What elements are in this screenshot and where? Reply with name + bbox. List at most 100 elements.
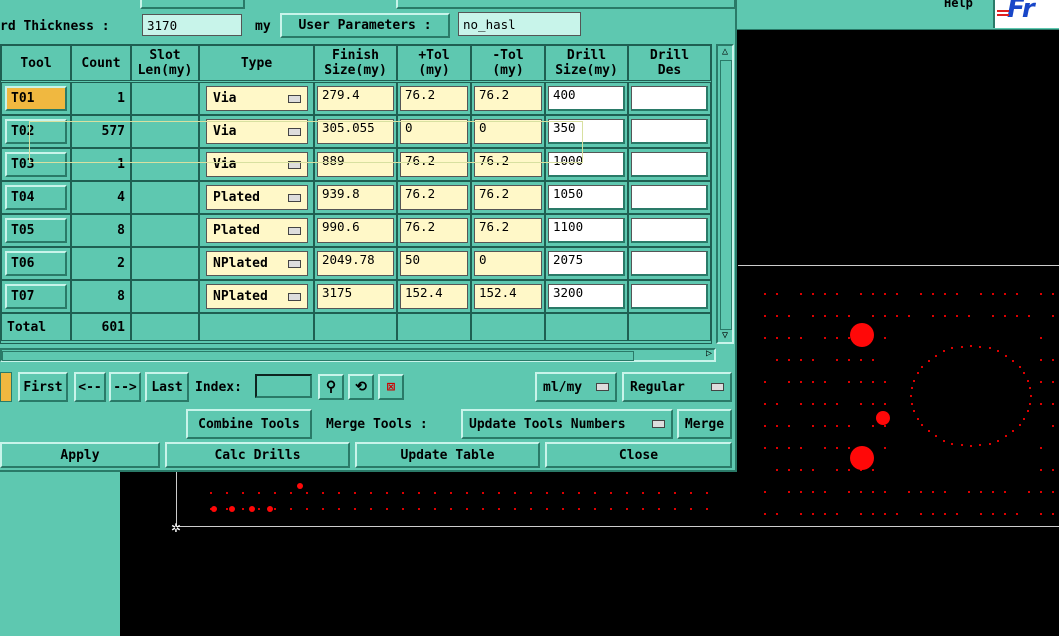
table-horizontal-scrollbar[interactable]: ▷ [0,348,716,362]
tool-button-t06[interactable]: T06 [5,251,67,276]
minus-tol-input[interactable]: 0 [474,119,542,144]
index-input[interactable] [255,374,312,398]
plus-tol-input[interactable]: 50 [400,251,468,276]
minus-tol-input[interactable]: 76.2 [474,185,542,210]
index-label: Index: [195,379,242,395]
units-select[interactable]: ml/my [535,372,617,402]
finish-size-input[interactable]: 990.6 [317,218,394,243]
table-row: T03 1 Via 889 76.2 76.2 1000 [1,148,711,181]
drill-hit [482,508,484,510]
drill-des-input[interactable] [631,284,708,309]
drill-hit [226,492,228,494]
apply-button[interactable]: Apply [0,442,160,468]
type-dropdown-icon [288,259,301,268]
plus-tol-input[interactable]: 76.2 [400,152,468,177]
type-select[interactable]: Via [206,119,308,144]
minus-tol-input[interactable]: 76.2 [474,218,542,243]
drill-size-input[interactable]: 1100 [548,218,625,243]
type-select[interactable]: Via [206,152,308,177]
type-dropdown-icon [288,292,301,301]
origin-marker-icon: ✲ [171,517,181,536]
nav-marker [0,372,12,402]
finish-size-input[interactable]: 939.8 [317,185,394,210]
minus-tol-input[interactable]: 152.4 [474,284,542,309]
merge-button[interactable]: Merge [677,409,732,439]
finish-size-input[interactable]: 305.055 [317,119,394,144]
merge-mode-select[interactable]: Update Tools Numbers [461,409,673,439]
next-button[interactable]: --> [109,372,141,402]
plus-tol-input[interactable]: 0 [400,119,468,144]
plus-tol-input[interactable]: 76.2 [400,185,468,210]
total-cell [131,313,199,341]
finish-size-input[interactable]: 2049.78 [317,251,394,276]
delete-icon[interactable]: ⊠ [378,374,404,400]
close-button[interactable]: Close [545,442,732,468]
type-select[interactable]: NPlated [206,251,308,276]
mode-select[interactable]: Regular [622,372,732,402]
drill-hit [370,492,372,494]
drill-des-input[interactable] [631,251,708,276]
help-menu[interactable]: Help [944,0,980,12]
drill-canvas[interactable] [736,30,1059,636]
scroll-right-icon[interactable]: ▷ [706,348,712,359]
user-parameters-button[interactable]: User Parameters : [280,13,450,38]
column-header-8: Drill Des [628,45,711,81]
tool-button-t01[interactable]: T01 [5,86,67,111]
drill-des-input[interactable] [631,152,708,177]
update-table-button[interactable]: Update Table [355,442,540,468]
combine-tools-button[interactable]: Combine Tools [186,409,312,439]
finish-size-input[interactable]: 279.4 [317,86,394,111]
drill-des-input[interactable] [631,185,708,210]
type-select[interactable]: Via [206,86,308,111]
finish-size-input[interactable]: 889 [317,152,394,177]
minus-tol-input[interactable]: 76.2 [474,152,542,177]
scroll-thumb[interactable] [720,60,732,330]
drill-size-input[interactable]: 1000 [548,152,625,177]
tool-button-t05[interactable]: T05 [5,218,67,243]
drill-hit [402,492,404,494]
bulb-icon[interactable]: ⚲ [318,374,344,400]
minus-tol-input[interactable]: 0 [474,251,542,276]
units-select-value: ml/my [543,379,583,395]
drill-size-input[interactable]: 350 [548,119,625,144]
tool-button-t02[interactable]: T02 [5,119,67,144]
top-tab-1[interactable] [140,0,245,9]
table-vertical-scrollbar[interactable]: △ ▽ [716,44,734,344]
user-parameters-input[interactable]: no_hasl [458,12,581,36]
drill-des-input[interactable] [631,218,708,243]
scroll-up-icon[interactable]: △ [719,46,731,58]
scroll-down-icon[interactable]: ▽ [719,330,731,342]
drill-hit [210,508,212,510]
refresh-icon[interactable]: ⟲ [348,374,374,400]
last-button[interactable]: Last [145,372,189,402]
drill-size-input[interactable]: 3200 [548,284,625,309]
drill-hit [578,492,580,494]
first-button[interactable]: First [18,372,68,402]
type-select[interactable]: Plated [206,185,308,210]
drill-des-input[interactable] [631,119,708,144]
tool-button-t07[interactable]: T07 [5,284,67,309]
type-select[interactable]: Plated [206,218,308,243]
canvas-divider-line [738,265,1059,266]
hscroll-thumb[interactable] [2,351,634,361]
drill-hit [249,506,255,512]
drill-size-input[interactable]: 2075 [548,251,625,276]
tool-button-t04[interactable]: T04 [5,185,67,210]
drill-des-input[interactable] [631,86,708,111]
drill-size-input[interactable]: 400 [548,86,625,111]
type-select[interactable]: NPlated [206,284,308,309]
calc-drills-button[interactable]: Calc Drills [165,442,350,468]
plus-tol-input[interactable]: 152.4 [400,284,468,309]
drill-hit [402,508,404,510]
plus-tol-input[interactable]: 76.2 [400,86,468,111]
plus-tol-input[interactable]: 76.2 [400,218,468,243]
tool-button-t03[interactable]: T03 [5,152,67,177]
prev-button[interactable]: <-- [74,372,106,402]
drill-hit [322,492,324,494]
board-thickness-input[interactable]: 3170 [142,14,242,36]
finish-size-input[interactable]: 3175 [317,284,394,309]
drill-hit [466,508,468,510]
drill-size-input[interactable]: 1050 [548,185,625,210]
minus-tol-input[interactable]: 76.2 [474,86,542,111]
top-tab-2[interactable] [396,0,736,9]
